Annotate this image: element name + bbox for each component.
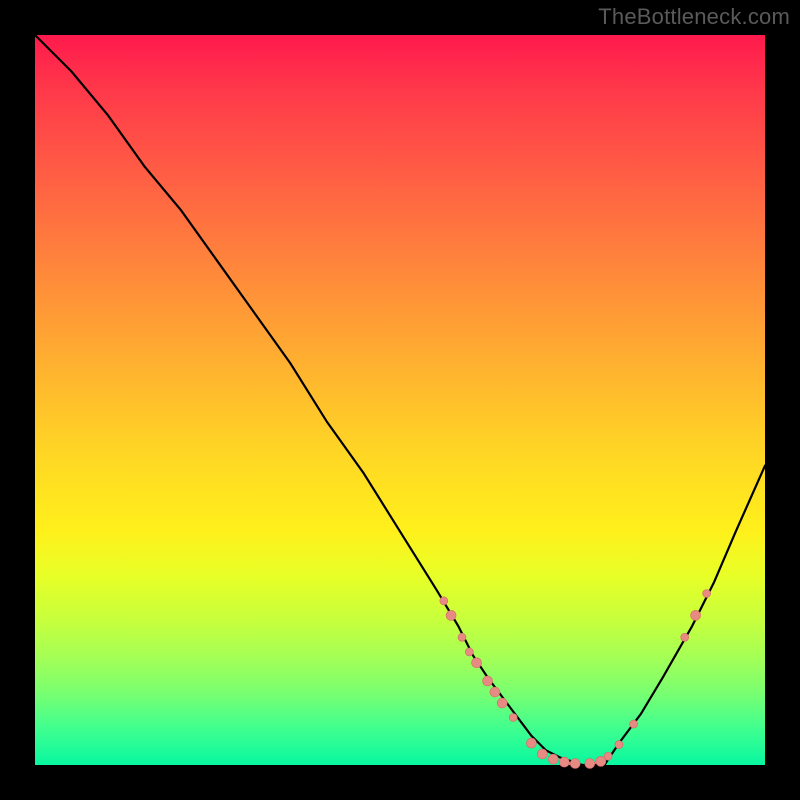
data-marker [570, 759, 580, 769]
chart-svg [35, 35, 765, 765]
data-marker [585, 759, 595, 769]
data-marker [490, 687, 500, 697]
data-marker [537, 749, 547, 759]
data-marker [604, 752, 612, 760]
data-marker [509, 714, 517, 722]
bottleneck-curve [35, 35, 765, 765]
data-marker [446, 610, 456, 620]
plot-area [35, 35, 765, 765]
data-marker [615, 741, 623, 749]
data-marker [630, 720, 638, 728]
watermark-label: TheBottleneck.com [598, 4, 790, 30]
data-marker [465, 648, 473, 656]
data-markers-group [440, 590, 711, 769]
data-marker [458, 633, 466, 641]
data-marker [472, 658, 482, 668]
data-marker [703, 590, 711, 598]
data-marker [559, 757, 569, 767]
data-marker [497, 698, 507, 708]
data-marker [526, 738, 536, 748]
data-marker [548, 754, 558, 764]
chart-frame: TheBottleneck.com [0, 0, 800, 800]
data-marker [440, 597, 448, 605]
data-marker [691, 610, 701, 620]
data-marker [483, 676, 493, 686]
data-marker [681, 633, 689, 641]
